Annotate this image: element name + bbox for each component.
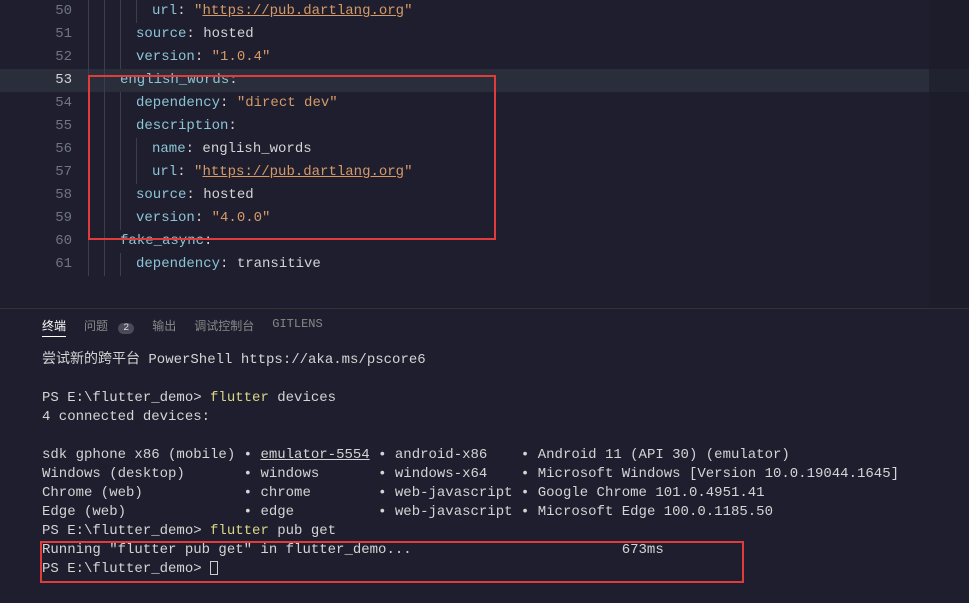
tab-problems-label: 问题 <box>84 320 108 334</box>
code-line[interactable]: 56name: english_words <box>0 138 969 161</box>
line-content: name: english_words <box>88 138 969 161</box>
line-content: source: hosted <box>88 184 969 207</box>
line-number: 61 <box>0 253 88 276</box>
line-number: 53 <box>0 69 88 92</box>
line-content: version: "4.0.0" <box>88 207 969 230</box>
code-line[interactable]: 60fake_async: <box>0 230 969 253</box>
code-line[interactable]: 51source: hosted <box>0 23 969 46</box>
code-line[interactable]: 59version: "4.0.0" <box>0 207 969 230</box>
code-line[interactable]: 54dependency: "direct dev" <box>0 92 969 115</box>
terminal-prompt-line: PS E:\flutter_demo> flutter devices <box>42 389 927 408</box>
line-number: 50 <box>0 0 88 23</box>
line-number: 56 <box>0 138 88 161</box>
code-editor[interactable]: 50url: "https://pub.dartlang.org"51sourc… <box>0 0 969 308</box>
line-content: dependency: transitive <box>88 253 969 276</box>
line-content: fake_async: <box>88 230 969 253</box>
tab-gitlens[interactable]: GITLENS <box>272 315 322 337</box>
code-line[interactable]: 52version: "1.0.4" <box>0 46 969 69</box>
code-line[interactable]: 58source: hosted <box>0 184 969 207</box>
tab-output[interactable]: 输出 <box>152 315 176 337</box>
tab-problems[interactable]: 问题 2 <box>84 315 134 337</box>
line-content: version: "1.0.4" <box>88 46 969 69</box>
line-number: 52 <box>0 46 88 69</box>
code-line[interactable]: 50url: "https://pub.dartlang.org" <box>0 0 969 23</box>
code-line[interactable]: 61dependency: transitive <box>0 253 969 276</box>
line-number: 54 <box>0 92 88 115</box>
line-content: english_words: <box>88 69 969 92</box>
line-content: source: hosted <box>88 23 969 46</box>
terminal[interactable]: 尝试新的跨平台 PowerShell https://aka.ms/pscore… <box>0 343 969 603</box>
code-line[interactable]: 57url: "https://pub.dartlang.org" <box>0 161 969 184</box>
terminal-output-line: Running "flutter pub get" in flutter_dem… <box>42 541 927 560</box>
line-number: 55 <box>0 115 88 138</box>
line-number: 58 <box>0 184 88 207</box>
tab-debug-console[interactable]: 调试控制台 <box>194 315 254 337</box>
terminal-prompt-line: PS E:\flutter_demo> <box>42 560 927 579</box>
line-number: 51 <box>0 23 88 46</box>
terminal-banner: 尝试新的跨平台 PowerShell https://aka.ms/pscore… <box>42 351 927 370</box>
terminal-prompt-line: PS E:\flutter_demo> flutter pub get <box>42 522 927 541</box>
line-content: url: "https://pub.dartlang.org" <box>88 0 969 23</box>
line-number: 60 <box>0 230 88 253</box>
tab-terminal[interactable]: 终端 <box>42 315 66 337</box>
line-number: 59 <box>0 207 88 230</box>
line-content: url: "https://pub.dartlang.org" <box>88 161 969 184</box>
line-content: description: <box>88 115 969 138</box>
minimap[interactable] <box>929 0 969 308</box>
terminal-cursor <box>210 561 218 575</box>
device-row: Chrome (web) • chrome • web-javascript •… <box>42 484 927 503</box>
device-row: Edge (web) • edge • web-javascript • Mic… <box>42 503 927 522</box>
device-row: sdk gphone x86 (mobile) • emulator-5554 … <box>42 446 927 465</box>
device-row: Windows (desktop) • windows • windows-x6… <box>42 465 927 484</box>
line-number: 57 <box>0 161 88 184</box>
problems-count-badge: 2 <box>118 323 134 334</box>
panel-tabs: 终端 问题 2 输出 调试控制台 GITLENS <box>0 308 969 343</box>
line-content: dependency: "direct dev" <box>88 92 969 115</box>
code-line[interactable]: 53english_words: <box>0 69 969 92</box>
devices-header: 4 connected devices: <box>42 408 927 427</box>
code-line[interactable]: 55description: <box>0 115 969 138</box>
